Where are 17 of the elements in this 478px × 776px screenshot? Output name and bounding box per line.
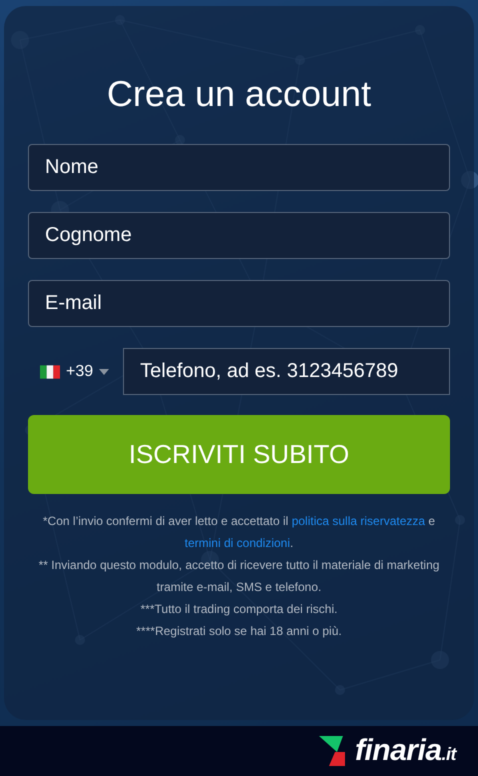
phone-field[interactable]: Telefono, ad es. 3123456789 — [123, 348, 450, 395]
caret-icon — [99, 368, 110, 374]
privacy-policy-link[interactable]: politica sulla riservatezza — [292, 514, 426, 528]
disclaimer-text: ** Inviando questo modulo, accetto di ricevere tutto il materiale di marketing tramite e-mail, SMS e telefono. — [38, 557, 440, 596]
form-title: Crea un account — [106, 74, 372, 114]
consent-text: *Con l’invio confermi di aver letto e accettato il politica sulla riservatezza e termini di condizioni. — [42, 513, 436, 552]
flag-icon — [40, 364, 60, 378]
logo-icon — [318, 736, 347, 766]
disclaimer-text: ***Tutto il trading comporta dei rischi. — [140, 601, 338, 618]
text-field[interactable]: Cognome — [28, 212, 450, 259]
terms-link[interactable]: termini di condizioni — [184, 536, 290, 550]
text-field[interactable]: Nome — [28, 144, 450, 191]
country-code-dropdown[interactable]: +39 — [28, 362, 116, 380]
signup-button[interactable]: ISCRIVITI SUBITO — [28, 415, 450, 494]
logo-text: finaria.it — [354, 734, 456, 768]
text-field[interactable]: E-mail — [28, 280, 450, 327]
disclaimer-text: ****Registrati solo se hai 18 anni o più. — [135, 623, 343, 640]
